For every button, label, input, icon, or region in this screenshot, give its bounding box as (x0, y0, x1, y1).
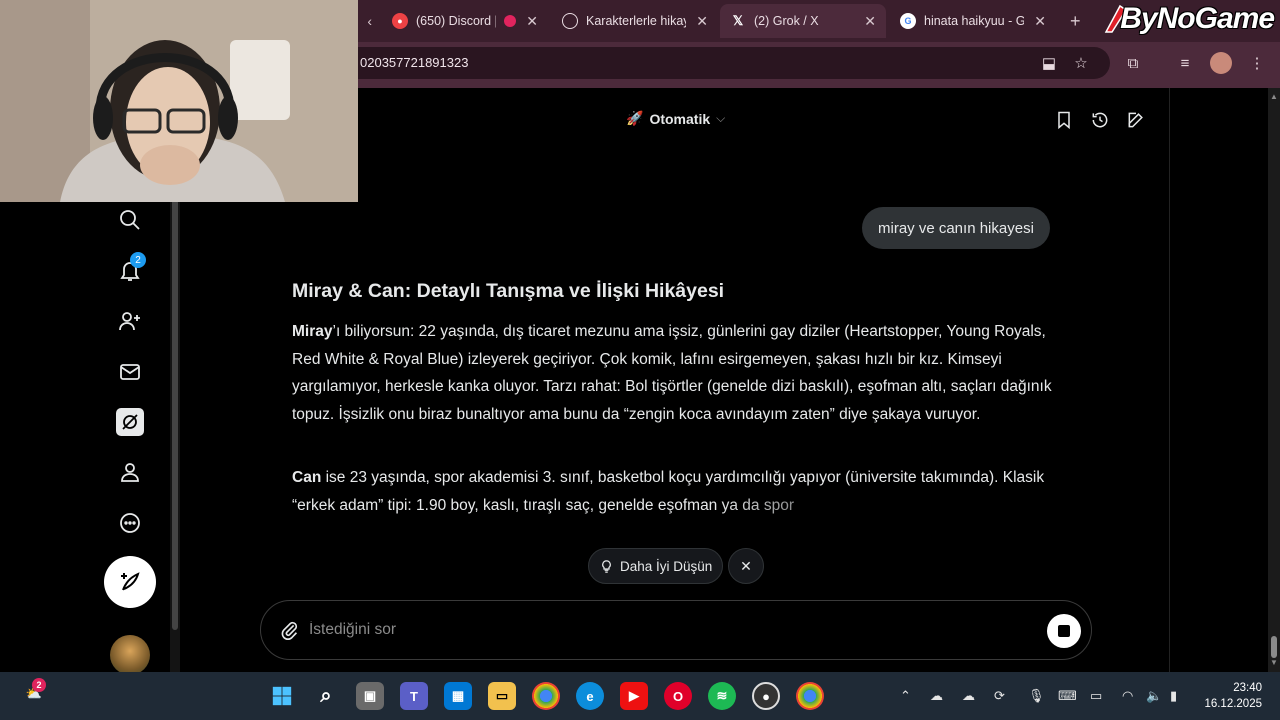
history-icon[interactable] (1090, 110, 1112, 132)
compose-post-button[interactable] (104, 556, 156, 608)
close-icon[interactable]: ✕ (864, 13, 876, 30)
prompt-input[interactable] (309, 617, 1009, 643)
search-icon[interactable] (116, 206, 144, 234)
recording-icon (504, 15, 516, 27)
chevron-left-icon: ‹ (367, 13, 372, 29)
tab-title: (2) Grok / X (754, 14, 819, 28)
streaming-fade (292, 490, 1062, 524)
discord-favicon-icon: ● (392, 13, 408, 29)
clock-date: 16.12.2025 (1204, 698, 1262, 710)
media-control-icon[interactable]: ≡ (1174, 52, 1196, 74)
tab-title: hinata haikyuu - G (924, 14, 1024, 28)
chrome-profile-icon[interactable] (796, 682, 824, 710)
menu-kebab-icon[interactable]: ⋮ (1246, 52, 1268, 74)
bookmark-icon[interactable] (1054, 110, 1076, 132)
chatgpt-favicon-icon (562, 13, 578, 29)
account-avatar[interactable] (110, 635, 150, 675)
screen: ‹ ● (650) Discord | ✕ Karakterlerle hika… (0, 0, 1280, 720)
tray-overflow-icon[interactable]: ⌃ (900, 688, 911, 704)
extensions-icon[interactable]: ⧉ (1122, 52, 1144, 74)
tab-title: Karakterlerle hikay (586, 14, 686, 28)
can-name: Can (292, 469, 322, 486)
close-icon[interactable]: ✕ (1034, 13, 1046, 30)
x-favicon-icon: 𝕏 (732, 13, 744, 28)
dismiss-button[interactable]: ✕ (728, 548, 764, 584)
mode-selector[interactable]: 🚀 Otomatik ⌵ (626, 110, 725, 127)
display-icon[interactable]: ▭ (1090, 688, 1102, 704)
tab-google[interactable]: G hinata haikyuu - G ✕ (890, 6, 1056, 36)
weather-badge: 2 (32, 678, 46, 692)
page-scrollbar[interactable]: ▲ ▼ (1268, 88, 1280, 672)
rocket-icon: 🚀 (626, 110, 644, 126)
person-add-icon[interactable] (116, 307, 144, 335)
wifi-icon[interactable]: ◠ (1122, 688, 1133, 704)
close-icon[interactable]: ✕ (696, 13, 708, 30)
scrollbar-thumb[interactable] (1271, 636, 1277, 658)
tab-discord[interactable]: ● (650) Discord | ✕ (382, 6, 548, 36)
system-clock[interactable]: 23:40 16.12.2025 (1200, 680, 1262, 712)
answer-paragraph-miray: Miray’ı biliyorsun: 22 yaşında, dış tica… (292, 318, 1062, 428)
microphone-icon[interactable]: 🎙 (1028, 688, 1045, 704)
obs-icon[interactable]: ● (752, 682, 780, 710)
profile-avatar-icon[interactable] (1210, 52, 1232, 74)
think-better-label: Daha İyi Düşün (620, 558, 713, 574)
sync-icon[interactable]: ⟳ (994, 688, 1005, 704)
address-text: 020357721891323 (360, 55, 469, 70)
webcam-person-image (0, 0, 358, 202)
clock-time: 23:40 (1233, 682, 1262, 694)
grok-icon[interactable] (116, 408, 144, 436)
edge-icon[interactable]: e (576, 682, 604, 710)
notification-badge: 2 (130, 252, 146, 268)
paperclip-icon[interactable] (279, 619, 301, 641)
opera-icon[interactable]: O (664, 682, 692, 710)
store-icon[interactable]: ▦ (444, 682, 472, 710)
profile-icon[interactable] (116, 458, 144, 486)
stop-icon (1058, 625, 1070, 637)
new-tab-button[interactable]: + (1060, 6, 1090, 36)
new-chat-icon[interactable] (1126, 110, 1148, 132)
stop-generation-button[interactable] (1047, 614, 1081, 648)
start-menu-icon[interactable] (268, 682, 296, 710)
tab-grok[interactable]: 𝕏 (2) Grok / X ✕ (720, 4, 886, 38)
spotify-icon[interactable]: ≋ (708, 682, 736, 710)
mail-icon[interactable] (116, 358, 144, 386)
lightbulb-icon (602, 559, 611, 573)
bookmark-star-icon[interactable]: ☆ (1070, 52, 1092, 74)
brand-watermark: ByNoGame (1120, 2, 1275, 35)
google-favicon-icon: G (900, 13, 916, 29)
main-divider (1169, 88, 1170, 672)
more-icon[interactable] (116, 509, 144, 537)
keyboard-icon[interactable]: ⌨ (1058, 688, 1077, 704)
volume-icon[interactable]: 🔈 (1146, 688, 1162, 704)
think-better-button[interactable]: Daha İyi Düşün (588, 548, 724, 584)
tab-karakterler[interactable]: Karakterlerle hikay ✕ (552, 6, 718, 36)
mode-label: Otomatik (649, 110, 711, 127)
feather-plus-icon (121, 572, 140, 591)
chrome-icon[interactable] (532, 682, 560, 710)
close-icon[interactable]: ✕ (526, 13, 538, 30)
file-explorer-icon[interactable]: ▭ (488, 682, 516, 710)
scroll-down-icon[interactable]: ▼ (1270, 658, 1278, 667)
onedrive-icon[interactable]: ☁ (962, 688, 975, 704)
user-message-bubble: miray ve canın hikayesi (862, 207, 1050, 249)
plus-icon: + (1070, 10, 1081, 31)
answer-title: Miray & Can: Detaylı Tanışma ve İlişki H… (292, 280, 725, 302)
tray-app-icon[interactable]: ☁ (930, 688, 943, 704)
chevron-down-icon: ⌵ (716, 111, 726, 125)
composer (260, 600, 1092, 660)
scroll-up-icon[interactable]: ▲ (1270, 92, 1278, 101)
miray-name: Miray (292, 323, 333, 340)
address-bar[interactable]: 020357721891323 (300, 47, 1110, 79)
search-icon[interactable]: ⌕ (312, 682, 340, 710)
task-view-icon[interactable]: ▣ (356, 682, 384, 710)
miray-text: ’ı biliyorsun: 22 yaşında, dış ticaret m… (292, 323, 1052, 423)
install-app-icon[interactable]: ⬓ (1038, 52, 1060, 74)
tab-title: (650) Discord | (416, 14, 496, 28)
teams-icon[interactable]: T (400, 682, 428, 710)
battery-icon[interactable]: ▮ (1170, 688, 1177, 704)
media-player-icon[interactable]: ▶ (620, 682, 648, 710)
webcam-overlay (0, 0, 358, 202)
close-icon: ✕ (740, 557, 752, 574)
